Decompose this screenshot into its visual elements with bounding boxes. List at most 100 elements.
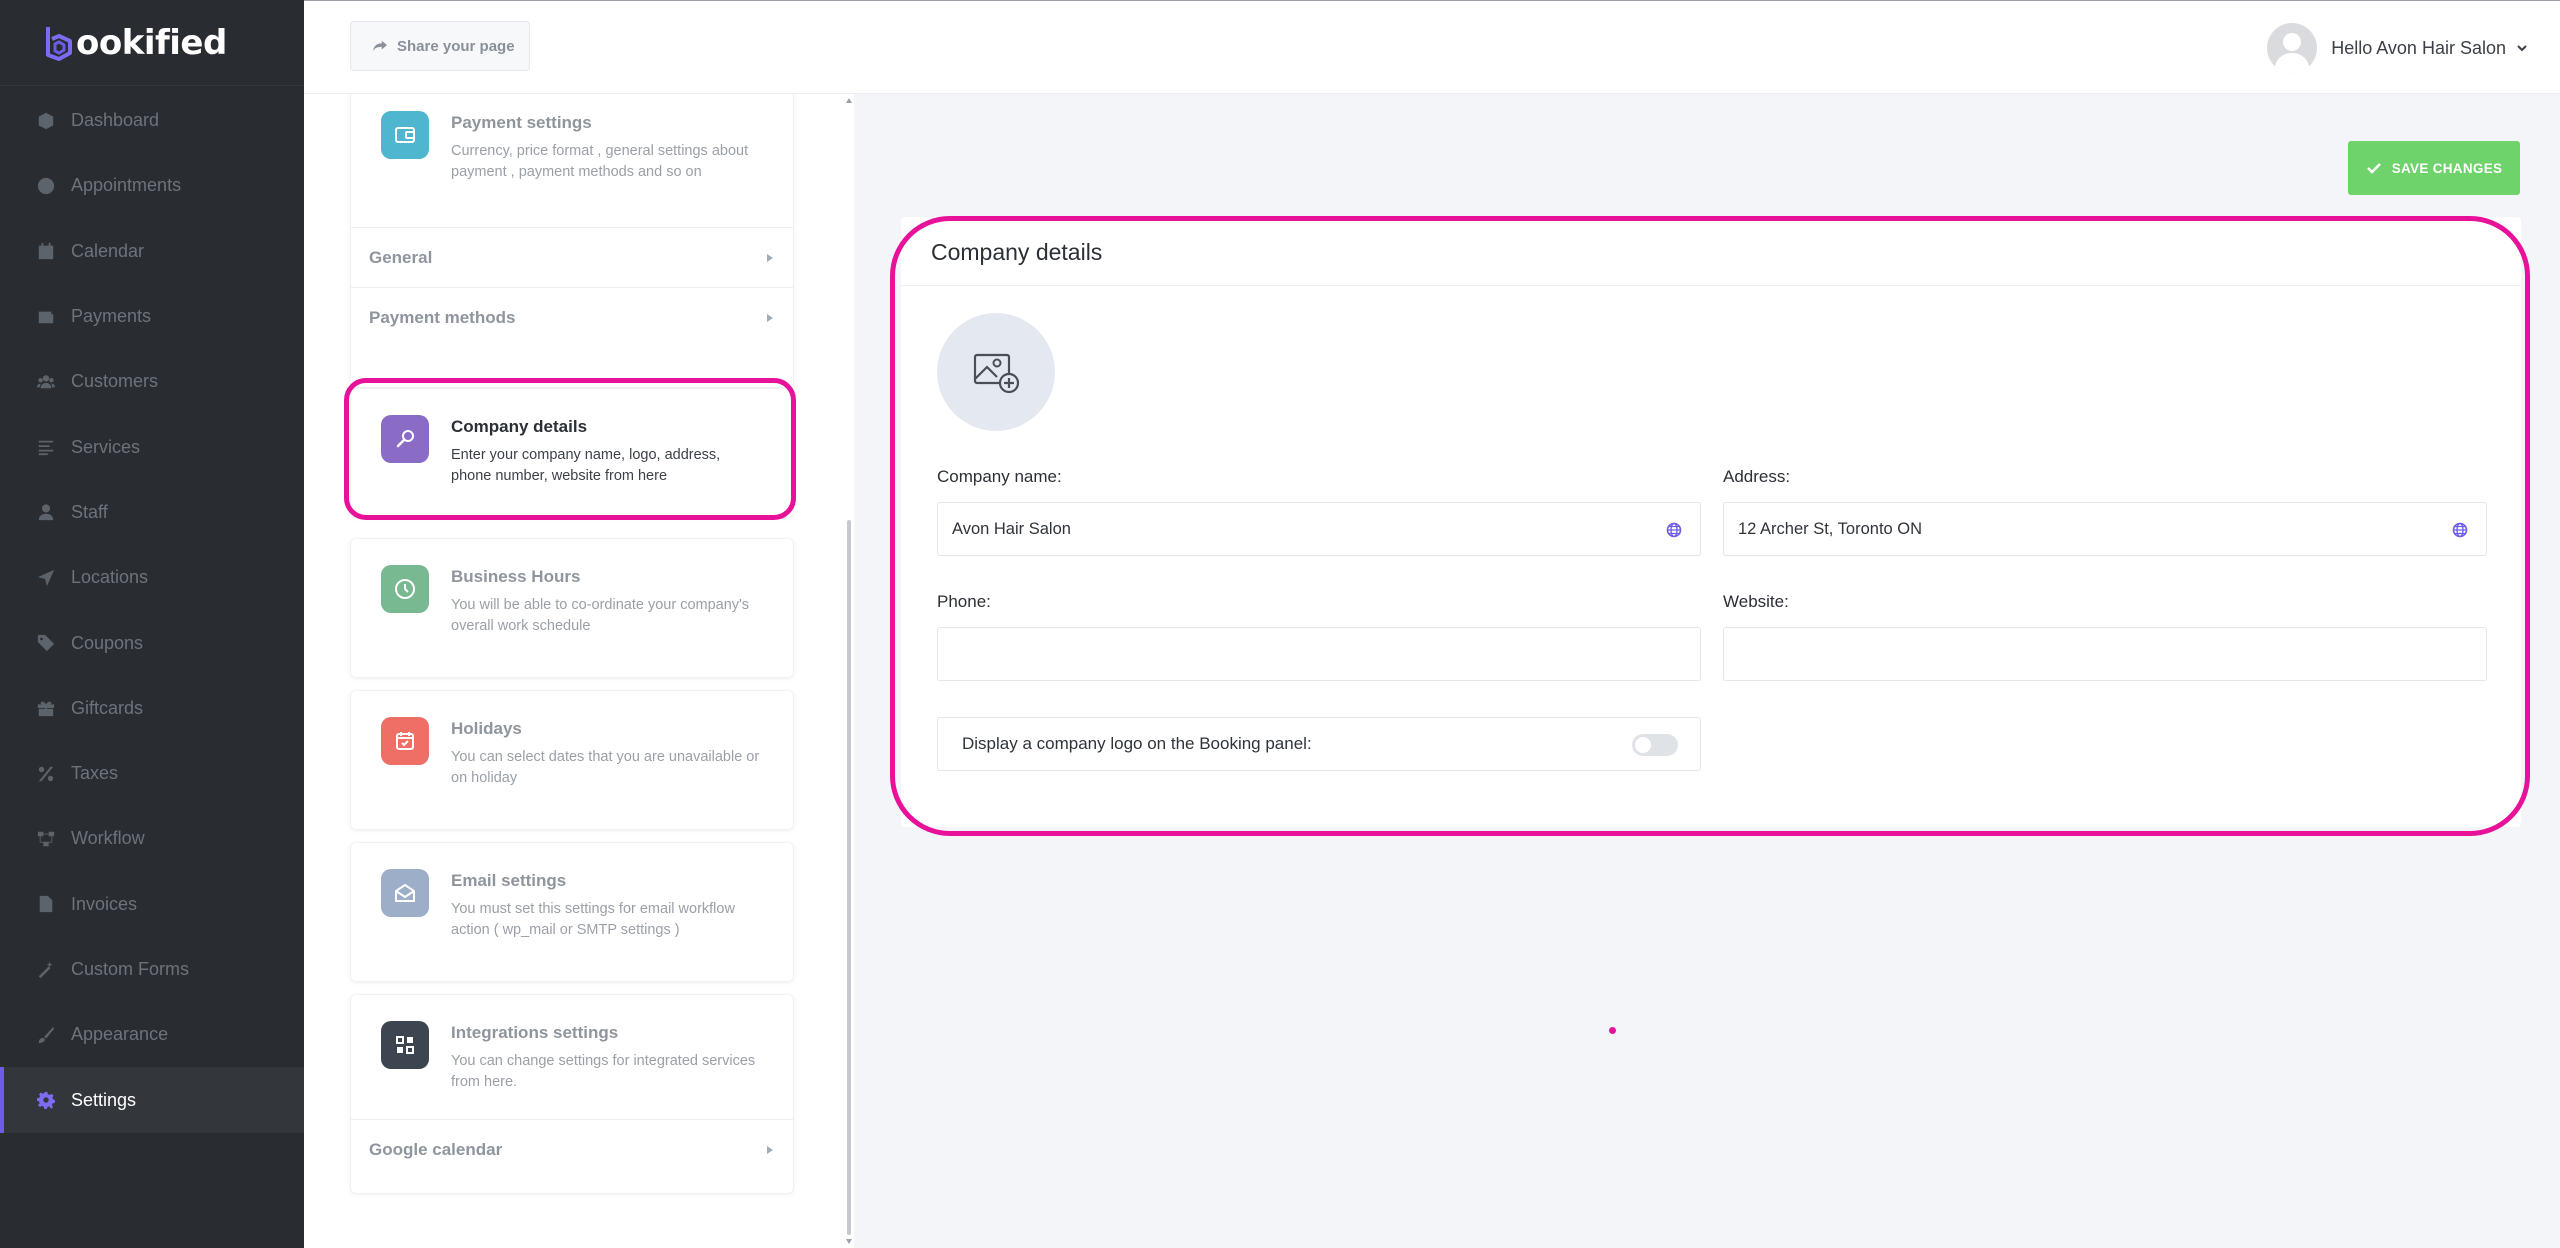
toggle-knob	[1635, 737, 1651, 753]
website-input[interactable]	[1723, 627, 2487, 681]
settings-card-title: Holidays	[451, 719, 522, 738]
settings-subitem-label: Payment methods	[369, 307, 516, 327]
list-icon	[37, 438, 55, 456]
settings-subitem-general[interactable]: General	[351, 227, 793, 287]
location-arrow-icon	[37, 569, 55, 587]
settings-subitem-payment-methods[interactable]: Payment methods	[351, 287, 793, 347]
settings-card-company-details[interactable]: Company details Enter your company name,…	[350, 388, 794, 518]
caret-right-icon	[767, 313, 773, 322]
phone-label: Phone:	[937, 592, 991, 611]
share-page-button[interactable]: Share your page	[350, 21, 530, 71]
settings-card-description: You can select dates that you are unavai…	[451, 749, 760, 786]
globe-icon[interactable]	[1666, 522, 1682, 538]
sidebar-item-invoices[interactable]: Invoices	[0, 872, 304, 937]
sidebar-item-services[interactable]: Services	[0, 414, 304, 479]
display-logo-setting: Display a company logo on the Booking pa…	[937, 717, 1701, 771]
sidebar-item-staff[interactable]: Staff	[0, 480, 304, 545]
brand-name: ookified	[76, 22, 227, 63]
sidebar-item-label: Locations	[71, 567, 149, 588]
wallet-icon	[37, 308, 55, 326]
sidebar-item-locations[interactable]: Locations	[0, 545, 304, 610]
sidebar-item-label: Coupons	[71, 632, 144, 653]
settings-card-title: Integrations settings	[451, 1023, 619, 1042]
display-logo-toggle[interactable]	[1632, 734, 1678, 756]
globe-icon[interactable]	[2452, 522, 2468, 538]
calendar-icon	[37, 242, 55, 260]
settings-card-integrations[interactable]: Integrations settings You can change set…	[350, 994, 794, 1194]
settings-subitem-google-calendar[interactable]: Google calendar	[351, 1119, 793, 1179]
company-name-input[interactable]: Avon Hair Salon	[937, 502, 1701, 556]
share-page-label: Share your page	[397, 37, 515, 55]
address-label: Address:	[1723, 467, 1791, 486]
percent-icon	[37, 765, 55, 783]
settings-list-scrollbar[interactable]	[844, 94, 854, 1248]
avatar	[2267, 23, 2318, 73]
sidebar-item-label: Settings	[71, 1089, 137, 1110]
user-greeting: Hello Avon Hair Salon	[2331, 37, 2506, 58]
company-name-label: Company name:	[937, 467, 1062, 486]
sidebar-item-label: Appointments	[71, 175, 182, 196]
sidebar-item-appointments[interactable]: Appointments	[0, 153, 304, 218]
gift-icon	[37, 699, 55, 717]
sidebar-item-dashboard[interactable]: Dashboard	[0, 88, 304, 153]
sidebar-item-label: Invoices	[71, 893, 138, 914]
user-menu[interactable]: Hello Avon Hair Salon	[2267, 23, 2528, 73]
gear-icon	[37, 1091, 55, 1110]
sidebar-item-appearance[interactable]: Appearance	[0, 1002, 304, 1067]
scroll-up-arrow[interactable]	[846, 98, 852, 103]
sidebar-item-custom-forms[interactable]: Custom Forms	[0, 937, 304, 1002]
scroll-thumb[interactable]	[847, 520, 851, 1235]
company-details-panel: Company details Company name: Avon Hair …	[901, 217, 2521, 827]
sidebar-item-calendar[interactable]: Calendar	[0, 219, 304, 284]
chevron-down-icon	[2517, 45, 2527, 52]
sidebar-item-label: Dashboard	[71, 110, 160, 131]
workflow-icon	[37, 830, 55, 848]
envelope-open-icon	[381, 869, 429, 917]
brand-logo[interactable]: ookified	[0, 0, 304, 86]
caret-right-icon	[767, 1145, 773, 1154]
calendar-check-icon	[381, 717, 429, 765]
company-name-value: Avon Hair Salon	[952, 519, 1071, 538]
sidebar-item-coupons[interactable]: Coupons	[0, 610, 304, 675]
company-logo-upload[interactable]	[937, 313, 1055, 431]
sidebar-item-workflow[interactable]: Workflow	[0, 806, 304, 871]
magic-wand-icon	[37, 961, 55, 979]
website-label: Website:	[1723, 592, 1789, 611]
check-icon	[2366, 163, 2381, 174]
sidebar-item-label: Giftcards	[71, 697, 144, 718]
sidebar-item-label: Calendar	[71, 240, 145, 261]
sidebar: ookified Dashboard Appointments Calendar…	[0, 0, 304, 1248]
settings-subitem-label: General	[369, 247, 433, 267]
sidebar-item-payments[interactable]: Payments	[0, 284, 304, 349]
settings-card-email[interactable]: Email settings You must set this setting…	[350, 842, 794, 982]
settings-card-title: Business Hours	[451, 567, 581, 586]
page-title: Company details	[931, 239, 1103, 265]
settings-card-business-hours[interactable]: Business Hours You will be able to co-or…	[350, 538, 794, 678]
address-value: 12 Archer St, Toronto ON	[1738, 519, 1923, 538]
wallet-icon	[381, 111, 429, 159]
sidebar-item-settings[interactable]: Settings	[0, 1067, 304, 1134]
wrench-icon	[381, 415, 429, 463]
divider	[901, 285, 2521, 286]
settings-card-holidays[interactable]: Holidays You can select dates that you a…	[350, 690, 794, 830]
settings-card-payment[interactable]: Payment settings Currency, price format …	[350, 94, 794, 388]
clock-icon	[381, 565, 429, 613]
save-changes-label: SAVE CHANGES	[2391, 160, 2503, 176]
address-input[interactable]: 12 Archer St, Toronto ON	[1723, 502, 2487, 556]
phone-input[interactable]	[937, 627, 1701, 681]
display-logo-label: Display a company logo on the Booking pa…	[962, 734, 1312, 753]
caret-right-icon	[767, 253, 773, 262]
settings-card-description: Currency, price format , general setting…	[451, 143, 749, 180]
clock-icon	[37, 177, 55, 195]
sidebar-item-label: Customers	[71, 371, 159, 392]
scroll-down-arrow[interactable]	[846, 1239, 852, 1244]
tag-icon	[37, 634, 55, 652]
save-changes-button[interactable]: SAVE CHANGES	[2348, 141, 2520, 195]
integrations-icon	[381, 1021, 429, 1069]
sidebar-item-taxes[interactable]: Taxes	[0, 741, 304, 806]
settings-card-description: You will be able to co-ordinate your com…	[451, 597, 750, 634]
settings-subitem-label: Google calendar	[369, 1139, 503, 1159]
sidebar-item-customers[interactable]: Customers	[0, 349, 304, 414]
sidebar-item-label: Taxes	[71, 763, 119, 784]
sidebar-item-giftcards[interactable]: Giftcards	[0, 676, 304, 741]
